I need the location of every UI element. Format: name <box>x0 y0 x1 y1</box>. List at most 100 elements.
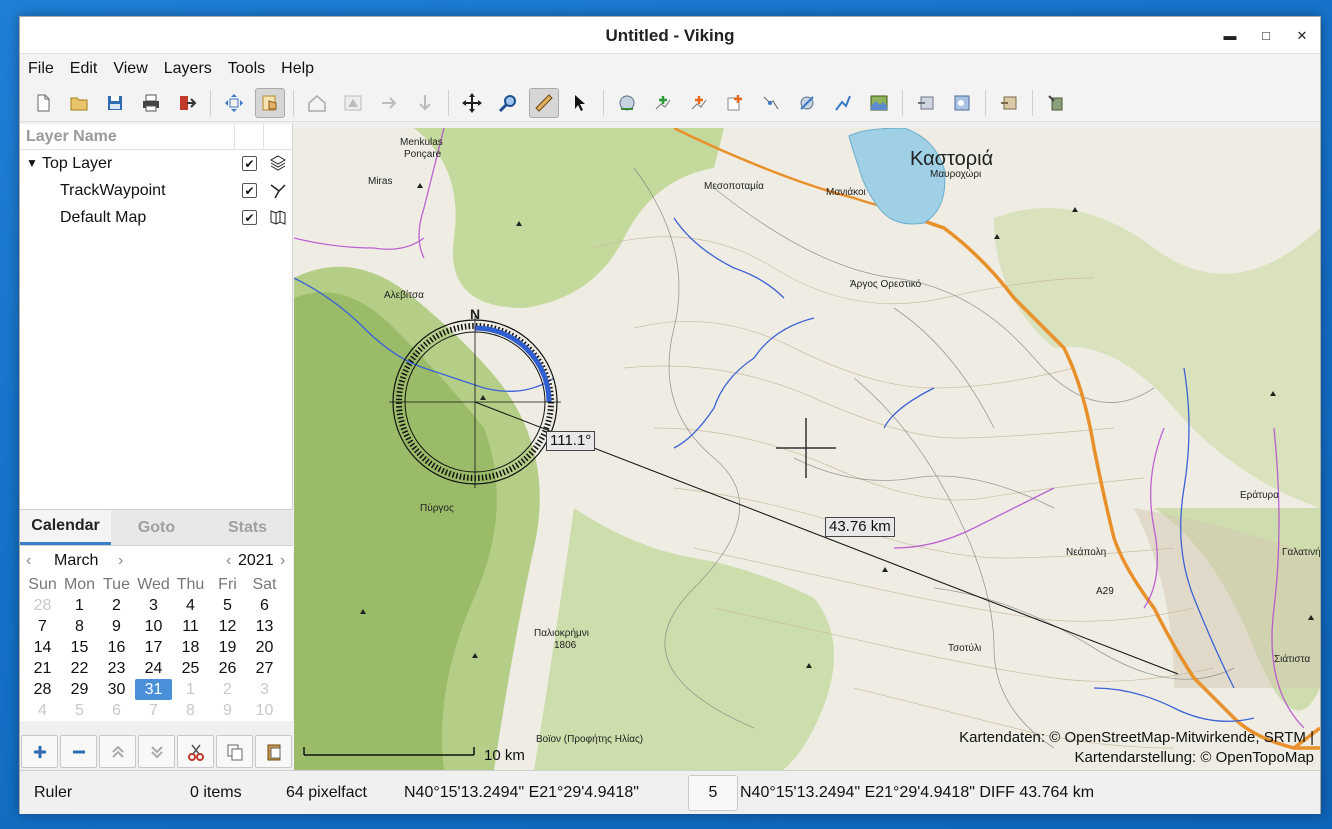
calendar-day[interactable]: 28 <box>24 595 61 616</box>
calendar-day[interactable]: 2 <box>98 595 135 616</box>
calendar-day[interactable]: 5 <box>61 700 98 721</box>
calendar-day[interactable]: 21 <box>24 658 61 679</box>
attribution-line-1[interactable]: Kartendaten: © OpenStreetMap-Mitwirkende… <box>959 728 1314 748</box>
calendar-day[interactable]: 11 <box>172 616 209 637</box>
zoom-tool-button[interactable] <box>493 88 523 118</box>
layer-tool-1-button[interactable] <box>612 88 642 118</box>
layer-row-trackwaypoint[interactable]: TrackWaypoint ✔ <box>20 177 292 204</box>
calendar-day[interactable]: 10 <box>135 616 172 637</box>
open-file-button[interactable] <box>64 88 94 118</box>
calendar-day[interactable]: 4 <box>24 700 61 721</box>
move-down-button[interactable] <box>138 735 175 768</box>
edit-trackpoint-button[interactable] <box>756 88 786 118</box>
copy-button[interactable] <box>216 735 253 768</box>
dem-tool-button[interactable] <box>1041 88 1071 118</box>
layer-props-button[interactable] <box>255 87 285 118</box>
calendar-day[interactable]: 5 <box>209 595 246 616</box>
calendar-day[interactable]: 22 <box>61 658 98 679</box>
route-finder-button[interactable] <box>828 88 858 118</box>
menu-help[interactable]: Help <box>281 60 322 78</box>
calendar-day[interactable]: 26 <box>209 658 246 679</box>
tab-stats[interactable]: Stats <box>202 510 293 545</box>
cut-button[interactable] <box>177 735 214 768</box>
calendar-day[interactable]: 16 <box>98 637 135 658</box>
calendar-day[interactable]: 3 <box>135 595 172 616</box>
menu-layers[interactable]: Layers <box>164 60 220 78</box>
calendar-day[interactable]: 7 <box>135 700 172 721</box>
next-month-button[interactable]: › <box>118 552 123 570</box>
calendar-day[interactable]: 9 <box>209 700 246 721</box>
attribution-line-2[interactable]: Kartendarstellung: © OpenTopoMap <box>959 748 1314 768</box>
ruler-tool-button[interactable] <box>529 87 559 118</box>
close-button[interactable]: ✕ <box>1284 17 1320 54</box>
prev-year-button[interactable]: ‹ <box>226 552 231 570</box>
zoom-level-button[interactable]: 5 <box>688 775 738 811</box>
calendar-day[interactable]: 1 <box>61 595 98 616</box>
calendar-day[interactable]: 25 <box>172 658 209 679</box>
add-layer-button[interactable] <box>21 735 58 768</box>
menu-view[interactable]: View <box>113 60 155 78</box>
layer-visible-checkbox[interactable]: ✔ <box>242 156 257 171</box>
minimize-button[interactable]: ▬ <box>1212 17 1248 54</box>
new-route-button[interactable] <box>684 88 714 118</box>
layer-visible-checkbox[interactable]: ✔ <box>242 183 257 198</box>
menu-file[interactable]: File <box>28 60 62 78</box>
save-button[interactable] <box>100 88 130 118</box>
exit-button[interactable] <box>172 88 202 118</box>
map-download-button[interactable] <box>911 88 941 118</box>
new-waypoint-button[interactable] <box>720 88 750 118</box>
calendar-day[interactable]: 18 <box>172 637 209 658</box>
layer-row-top[interactable]: ▼ Top Layer ✔ <box>20 150 292 177</box>
layer-visible-checkbox[interactable]: ✔ <box>242 210 257 225</box>
pan-tool-button[interactable] <box>457 88 487 118</box>
calendar-day[interactable]: 31 <box>135 679 172 700</box>
menu-tools[interactable]: Tools <box>228 60 273 78</box>
remove-layer-button[interactable] <box>60 735 97 768</box>
maximize-button[interactable]: □ <box>1248 17 1284 54</box>
map-info-button[interactable] <box>947 88 977 118</box>
calendar-day[interactable]: 23 <box>98 658 135 679</box>
calendar-day[interactable]: 19 <box>209 637 246 658</box>
calendar-day[interactable]: 6 <box>246 595 283 616</box>
menu-edit[interactable]: Edit <box>70 60 106 78</box>
new-file-button[interactable] <box>28 88 58 118</box>
next-year-button[interactable]: › <box>280 552 285 570</box>
forward-button[interactable] <box>374 88 404 118</box>
expander-icon[interactable]: ▼ <box>26 156 38 170</box>
calendar-day[interactable]: 17 <box>135 637 172 658</box>
waypoint-button[interactable] <box>338 88 368 118</box>
calendar-day[interactable]: 6 <box>98 700 135 721</box>
calendar-day[interactable]: 7 <box>24 616 61 637</box>
print-button[interactable] <box>136 88 166 118</box>
calendar-day[interactable]: 2 <box>209 679 246 700</box>
calendar-day[interactable]: 30 <box>98 679 135 700</box>
zoom-fit-button[interactable] <box>219 88 249 118</box>
tab-goto[interactable]: Goto <box>111 510 202 545</box>
calendar-day[interactable]: 1 <box>172 679 209 700</box>
paste-button[interactable] <box>255 735 292 768</box>
calendar-day[interactable]: 29 <box>61 679 98 700</box>
new-track-button[interactable] <box>648 88 678 118</box>
georef-button[interactable] <box>864 88 894 118</box>
edit-waypoint-button[interactable] <box>792 88 822 118</box>
calendar-day[interactable]: 4 <box>172 595 209 616</box>
dem-download-button[interactable] <box>994 88 1024 118</box>
calendar-day[interactable]: 15 <box>61 637 98 658</box>
move-up-button[interactable] <box>99 735 136 768</box>
calendar-day[interactable]: 24 <box>135 658 172 679</box>
calendar-day[interactable]: 28 <box>24 679 61 700</box>
layer-row-default-map[interactable]: Default Map ✔ <box>20 204 292 231</box>
select-tool-button[interactable] <box>565 88 595 118</box>
calendar-day[interactable]: 8 <box>61 616 98 637</box>
calendar-day[interactable]: 27 <box>246 658 283 679</box>
prev-month-button[interactable]: ‹ <box>26 552 31 570</box>
home-button[interactable] <box>302 88 332 118</box>
tab-calendar[interactable]: Calendar <box>20 510 111 545</box>
calendar-day[interactable]: 8 <box>172 700 209 721</box>
calendar-day[interactable]: 13 <box>246 616 283 637</box>
calendar-day[interactable]: 12 <box>209 616 246 637</box>
calendar-day[interactable]: 3 <box>246 679 283 700</box>
calendar-day[interactable]: 14 <box>24 637 61 658</box>
map-view[interactable]: Καστοριά Μαυροχώρι Μεσοποταμία Μανιάκοι … <box>294 128 1320 770</box>
calendar-day[interactable]: 9 <box>98 616 135 637</box>
